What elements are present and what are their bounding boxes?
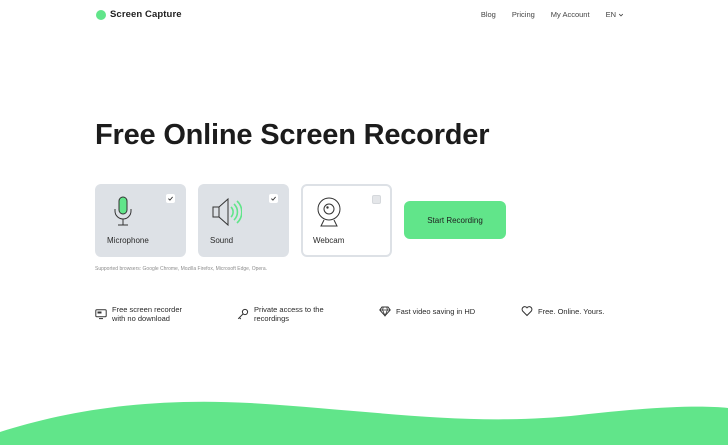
logo-dot-icon (96, 9, 106, 20)
monitor-icon (95, 309, 107, 320)
brand-logo[interactable]: Screen Capture (96, 9, 182, 20)
page-title: Free Online Screen Recorder (95, 119, 490, 151)
webcam-checkbox[interactable] (372, 195, 381, 204)
feature-free-online: Free. Online. Yours. (521, 305, 604, 317)
checkmark-icon (271, 196, 276, 201)
microphone-icon (114, 196, 132, 226)
nav-link-blog[interactable]: Blog (481, 10, 496, 19)
feature-text: Fast video saving in HD (396, 306, 476, 316)
feature-no-download: Free screen recorder with no download (95, 305, 182, 323)
sound-label: Sound (210, 236, 234, 245)
feature-text: Free. Online. Yours. (538, 306, 605, 316)
checkmark-icon (168, 196, 173, 201)
option-sound[interactable]: Sound (198, 184, 289, 257)
feature-text: Free screen recorder with no download (112, 305, 183, 323)
feature-private-access: Private access to the recordings (237, 305, 324, 323)
sound-checkbox[interactable] (269, 194, 278, 203)
heart-icon (521, 306, 533, 317)
chevron-down-icon (618, 13, 624, 16)
top-nav: Blog Pricing My Account EN (481, 10, 624, 19)
webcam-label: Webcam (313, 236, 345, 245)
option-microphone[interactable]: Microphone (95, 184, 186, 257)
diamond-icon (379, 306, 391, 317)
key-icon (237, 308, 249, 320)
supported-browsers-note: Supported browsers: Google Chrome, Mozil… (95, 266, 268, 272)
start-recording-button[interactable]: Start Recording (404, 201, 506, 239)
language-label: EN (605, 10, 616, 19)
brand-name: Screen Capture (110, 9, 182, 20)
feature-text: Private access to the recordings (254, 305, 324, 323)
speaker-icon (212, 197, 242, 227)
language-selector[interactable]: EN (606, 10, 624, 19)
nav-link-my-account[interactable]: My Account (551, 10, 590, 19)
option-webcam[interactable]: Webcam (301, 184, 392, 257)
decorative-wave (0, 401, 728, 445)
webcam-icon (317, 197, 341, 227)
feature-hd-saving: Fast video saving in HD (379, 305, 475, 317)
microphone-checkbox[interactable] (166, 194, 175, 203)
nav-link-pricing[interactable]: Pricing (512, 10, 535, 19)
microphone-label: Microphone (107, 236, 149, 245)
